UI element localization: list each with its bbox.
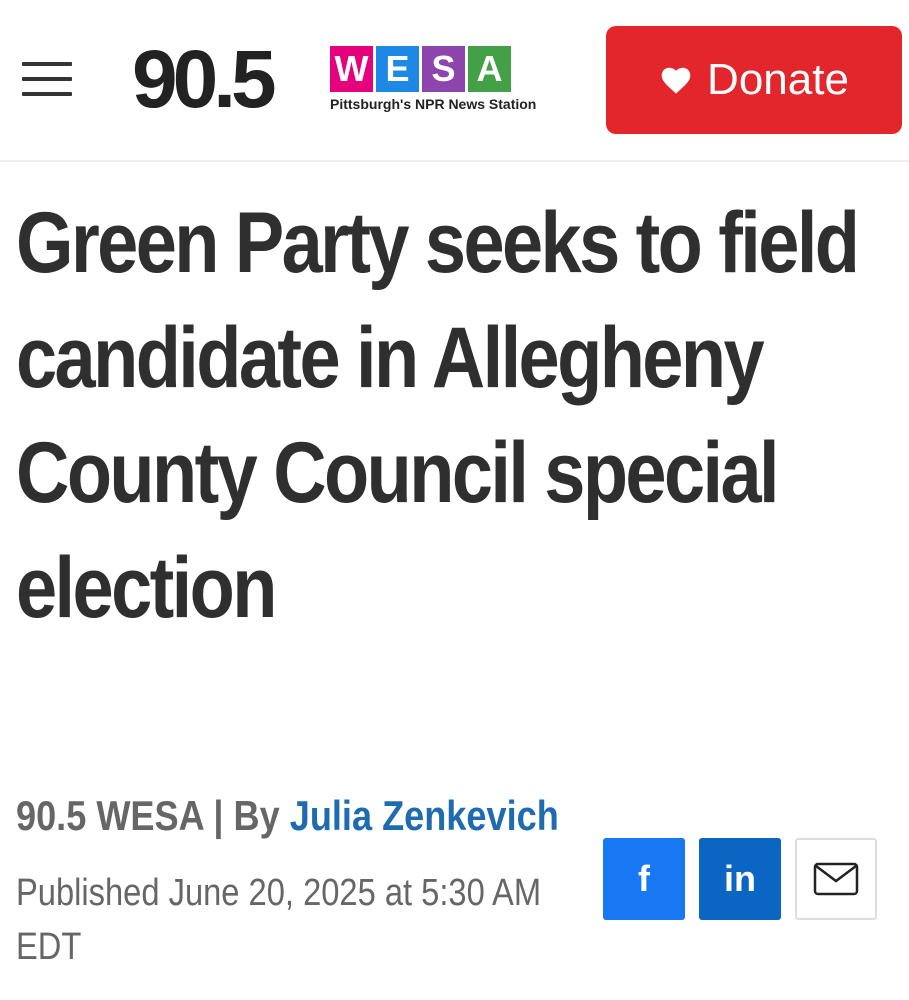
donate-button[interactable]: Donate [606,26,902,134]
heart-icon [661,67,691,94]
donate-label: Donate [707,55,849,104]
site-header: 90.5 W E S A Pittsburgh's NPR News Stati… [0,0,909,162]
site-logo[interactable]: 90.5 W E S A Pittsburgh's NPR News Stati… [132,38,572,128]
facebook-share-button[interactable]: f [603,838,685,920]
logo-tagline: Pittsburgh's NPR News Station [330,96,537,112]
linkedin-icon: in [724,858,756,899]
logo-number: 90.5 [132,34,277,125]
logo-letters: W E S A [330,46,511,94]
byline-by: By [233,792,290,839]
logo-letter-s: S [422,46,465,92]
linkedin-share-button[interactable]: in [699,838,781,920]
author-link[interactable]: Julia Zenkevich [290,792,559,839]
logo-letter-a: A [468,46,511,92]
facebook-icon: f [638,858,650,899]
byline-source: 90.5 WESA [16,792,204,839]
logo-letter-e: E [376,46,419,92]
published-date: Published June 20, 2025 at 5:30 AM EDT [16,872,542,968]
page: 90.5 W E S A Pittsburgh's NPR News Stati… [0,0,909,1000]
menu-icon-bar [22,92,72,96]
envelope-icon [813,862,859,896]
menu-icon-bar [22,62,72,66]
menu-icon-bar [22,77,72,81]
email-share-button[interactable] [795,838,877,920]
article-byline: 90.5 WESA | By Julia Zenkevich [16,788,559,844]
byline-separator: | [203,792,234,839]
logo-letter-w: W [330,46,373,92]
article-headline: Green Party seeks to field candidate in … [16,195,860,636]
menu-icon[interactable] [22,60,72,100]
